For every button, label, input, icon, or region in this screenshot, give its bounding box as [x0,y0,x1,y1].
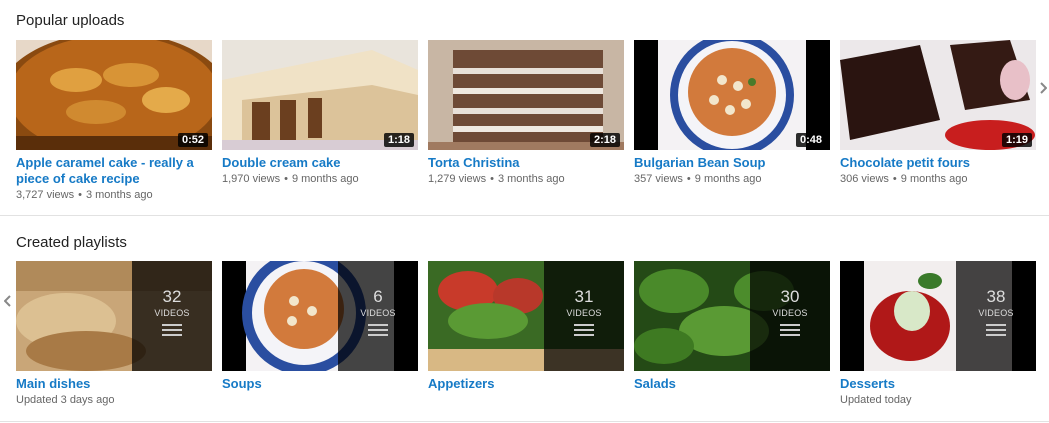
video-title-link[interactable]: Chocolate petit fours [840,155,1036,171]
video-card[interactable]: 1:18 Double cream cake 1,970 views • 9 mon… [222,40,418,187]
playlist-video-count: 6 [373,287,383,306]
playlist-video-count: 30 [780,287,800,306]
playlist-videos-label: VIDEOS [154,308,190,318]
view-count: 1,279 views [428,173,487,185]
playlist-title-link[interactable]: Desserts [840,376,1036,392]
playlist-card[interactable]: 38 VIDEOS Desserts Updated today [840,261,1036,408]
playlist-videos-label: VIDEOS [772,308,808,318]
video-title-link[interactable]: Double cream cake [222,155,418,171]
upload-age: 9 months ago [900,173,968,185]
upload-age: 9 months ago [694,173,762,185]
playlist-videos-label: VIDEOS [566,308,602,318]
video-title-link[interactable]: Bulgarian Bean Soup [634,155,830,171]
playlist-video-count: 32 [162,287,182,306]
video-meta: 357 views • 9 months ago [634,172,830,187]
playlist-card[interactable]: 6 VIDEOS Soups [222,261,418,393]
playlist-thumbnail[interactable]: 32 VIDEOS [16,261,212,371]
playlist-thumbnail[interactable]: 30 VIDEOS [634,261,830,371]
playlist-thumbnail[interactable]: 6 VIDEOS [222,261,418,371]
playlist-title-link[interactable]: Appetizers [428,376,624,392]
video-duration: 0:48 [795,133,826,147]
video-duration: 2:18 [589,133,620,147]
video-card[interactable]: 0:52 Apple caramel cake - really a piece… [16,40,212,203]
meta-separator: • [78,189,82,201]
video-meta: 3,727 views • 3 months ago [16,188,212,203]
playlist-title-link[interactable]: Salads [634,376,830,392]
video-duration: 0:52 [177,133,208,147]
view-count: 357 views [634,173,683,185]
playlist-video-count: 31 [574,287,594,306]
playlist-videos-label: VIDEOS [978,308,1014,318]
upload-age: 3 months ago [497,173,565,185]
playlist-card[interactable]: 32 VIDEOS Main dishes Updated 3 days ago [16,261,212,408]
playlist-overlay: 6 VIDEOS [338,261,418,371]
playlist-icon [986,324,1006,336]
video-title-link[interactable]: Apple caramel cake - really a piece of c… [16,155,212,187]
playlist-overlay: 32 VIDEOS [132,261,212,371]
playlist-overlay: 30 VIDEOS [750,261,830,371]
popular-uploads-heading[interactable]: Popular uploads [16,12,124,29]
video-card[interactable]: 0:48 Bulgarian Bean Soup 357 views • 9 mon… [634,40,830,187]
playlist-video-count: 38 [986,287,1006,306]
video-duration: 1:18 [383,133,414,147]
playlist-icon [780,324,800,336]
view-count: 306 views [840,173,889,185]
shelf-divider [0,421,1049,422]
video-meta: 1,970 views • 9 months ago [222,172,418,187]
chevron-right-icon[interactable] [1039,81,1048,97]
playlist-card[interactable]: 31 VIDEOS Appetizers [428,261,624,393]
playlist-thumbnail[interactable]: 31 VIDEOS [428,261,624,371]
created-playlists-heading[interactable]: Created playlists [16,234,127,251]
playlist-title-link[interactable]: Main dishes [16,376,212,392]
playlist-videos-label: VIDEOS [360,308,396,318]
video-meta: 306 views • 9 months ago [840,172,1036,187]
playlist-updated: Updated 3 days ago [16,394,115,406]
video-thumbnail[interactable]: 0:52 [16,40,212,150]
video-card[interactable]: 1:19 Chocolate petit fours 306 views • 9 m… [840,40,1036,187]
playlist-title-link[interactable]: Soups [222,376,418,392]
shelf-divider [0,215,1049,216]
playlist-icon [574,324,594,336]
playlist-card[interactable]: 30 VIDEOS Salads [634,261,830,393]
playlist-icon [162,324,182,336]
view-count: 3,727 views [16,189,75,201]
meta-separator: • [284,173,288,185]
video-thumbnail[interactable]: 0:48 [634,40,830,150]
playlist-updated: Updated today [840,394,912,406]
playlist-overlay: 31 VIDEOS [544,261,624,371]
upload-age: 3 months ago [85,189,153,201]
video-thumbnail[interactable]: 1:19 [840,40,1036,150]
meta-separator: • [892,173,897,185]
video-duration: 1:19 [1001,133,1032,147]
playlist-thumbnail[interactable]: 38 VIDEOS [840,261,1036,371]
video-thumbnail[interactable]: 1:18 [222,40,418,150]
view-count: 1,970 views [222,173,281,185]
playlist-overlay: 38 VIDEOS [956,261,1036,371]
meta-separator: • [686,173,691,185]
video-meta: 1,279 views • 3 months ago [428,172,624,187]
video-title-link[interactable]: Torta Christina [428,155,624,171]
meta-separator: • [490,173,494,185]
upload-age: 9 months ago [291,173,359,185]
chevron-left-icon[interactable] [3,294,12,310]
video-thumbnail[interactable]: 2:18 [428,40,624,150]
video-card[interactable]: 2:18 Torta Christina 1,279 views • 3 month… [428,40,624,187]
playlist-icon [368,324,388,336]
